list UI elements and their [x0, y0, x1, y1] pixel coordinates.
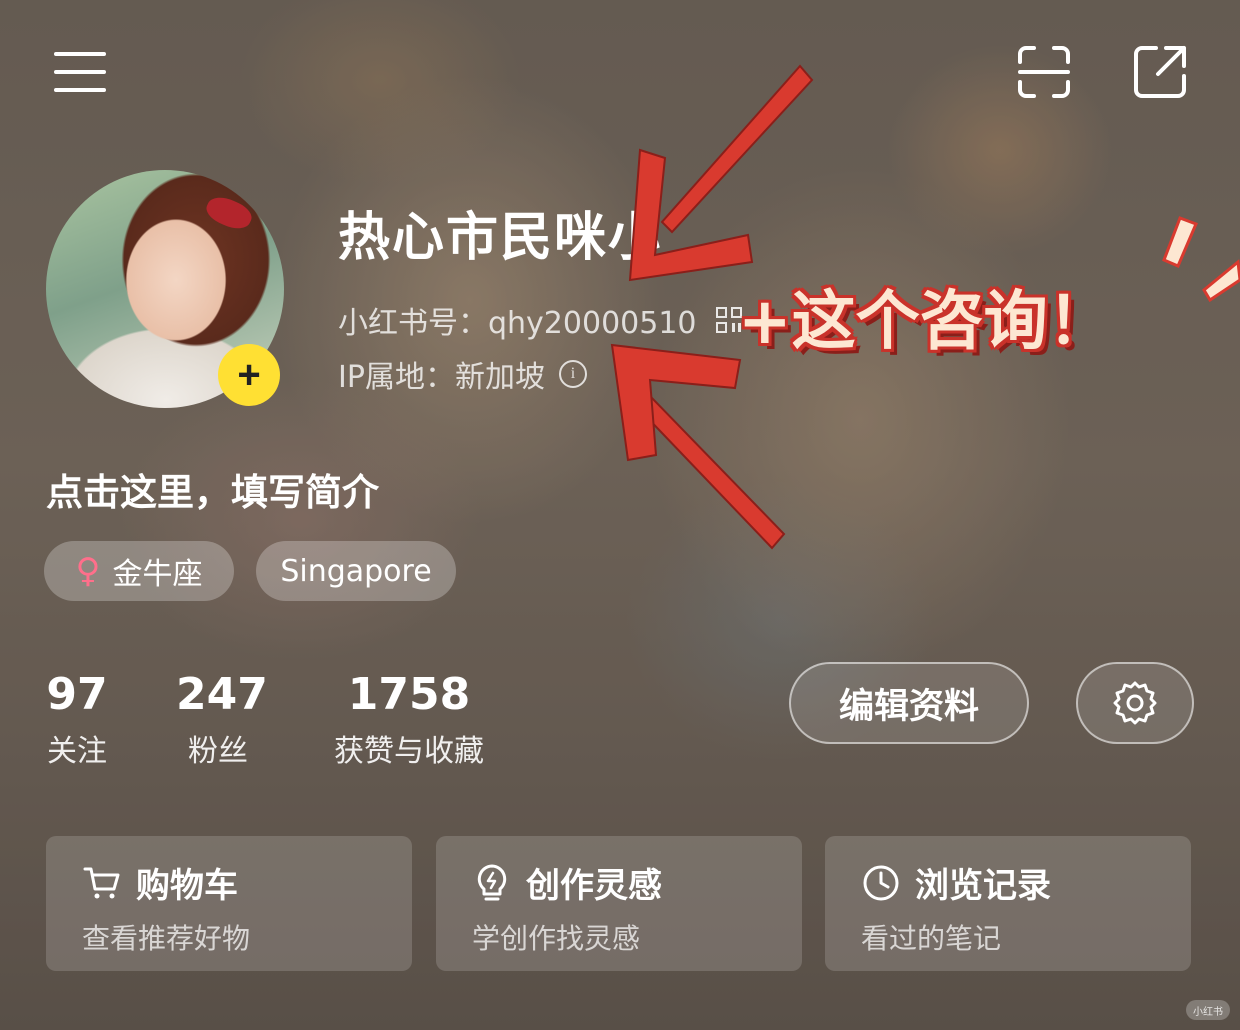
- stat-followers-label: 粉丝: [188, 734, 248, 769]
- edit-profile-button[interactable]: 编辑资料: [789, 662, 1029, 744]
- card-inspiration[interactable]: 创作灵感 学创作找灵感: [436, 836, 802, 971]
- stat-followers-value: 247: [176, 669, 268, 720]
- stat-likes-value: 1758: [347, 669, 471, 720]
- female-icon: ♀: [75, 551, 101, 591]
- stat-following-label: 关注: [47, 734, 107, 769]
- stat-likes-label: 获赞与收藏: [334, 734, 484, 769]
- watermark-logo: 小红书: [1186, 1000, 1230, 1020]
- red-id-text: 小红书号：qhy20000510: [338, 306, 697, 341]
- gear-icon: [1113, 681, 1157, 725]
- stat-following-value: 97: [46, 669, 108, 720]
- share-icon[interactable]: [1132, 44, 1188, 100]
- scan-icon[interactable]: [1016, 44, 1072, 100]
- info-icon[interactable]: i: [558, 360, 587, 388]
- card-subtitle: 学创作找灵感: [472, 922, 641, 955]
- settings-button[interactable]: [1076, 662, 1194, 744]
- card-title: 浏览记录: [915, 866, 1051, 906]
- card-shopping-cart[interactable]: 购物车 查看推荐好物: [46, 836, 412, 971]
- stat-likes[interactable]: 1758 获赞与收藏: [326, 668, 492, 772]
- zodiac-tag[interactable]: ♀ 金牛座: [44, 541, 234, 601]
- hamburger-menu-icon[interactable]: [54, 52, 106, 92]
- stat-followers[interactable]: 247 粉丝: [176, 668, 268, 772]
- lightbulb-icon: [477, 864, 507, 900]
- annotation-text: +这个咨询！: [738, 285, 1112, 359]
- city-tag[interactable]: Singapore: [256, 541, 456, 601]
- cart-icon: [83, 867, 120, 898]
- city-label: Singapore: [280, 553, 432, 589]
- plus-icon[interactable]: +: [218, 344, 280, 406]
- card-subtitle: 看过的笔记: [861, 922, 1002, 955]
- nickname: 热心市民咪小: [338, 208, 663, 268]
- card-subtitle: 查看推荐好物: [82, 922, 251, 955]
- card-history[interactable]: 浏览记录 看过的笔记: [825, 836, 1191, 971]
- red-id-row: 小红书号：qhy20000510: [338, 298, 743, 342]
- zodiac-label: 金牛座: [112, 557, 203, 592]
- card-title: 购物车: [136, 866, 238, 906]
- bio-placeholder[interactable]: 点击这里，填写简介: [46, 462, 379, 516]
- ip-location-row: IP属地：新加坡 i: [338, 352, 587, 396]
- card-title: 创作灵感: [526, 866, 662, 906]
- ip-location-text: IP属地：新加坡: [338, 360, 545, 395]
- clock-icon: [863, 865, 899, 900]
- stat-following[interactable]: 97 关注: [44, 668, 110, 772]
